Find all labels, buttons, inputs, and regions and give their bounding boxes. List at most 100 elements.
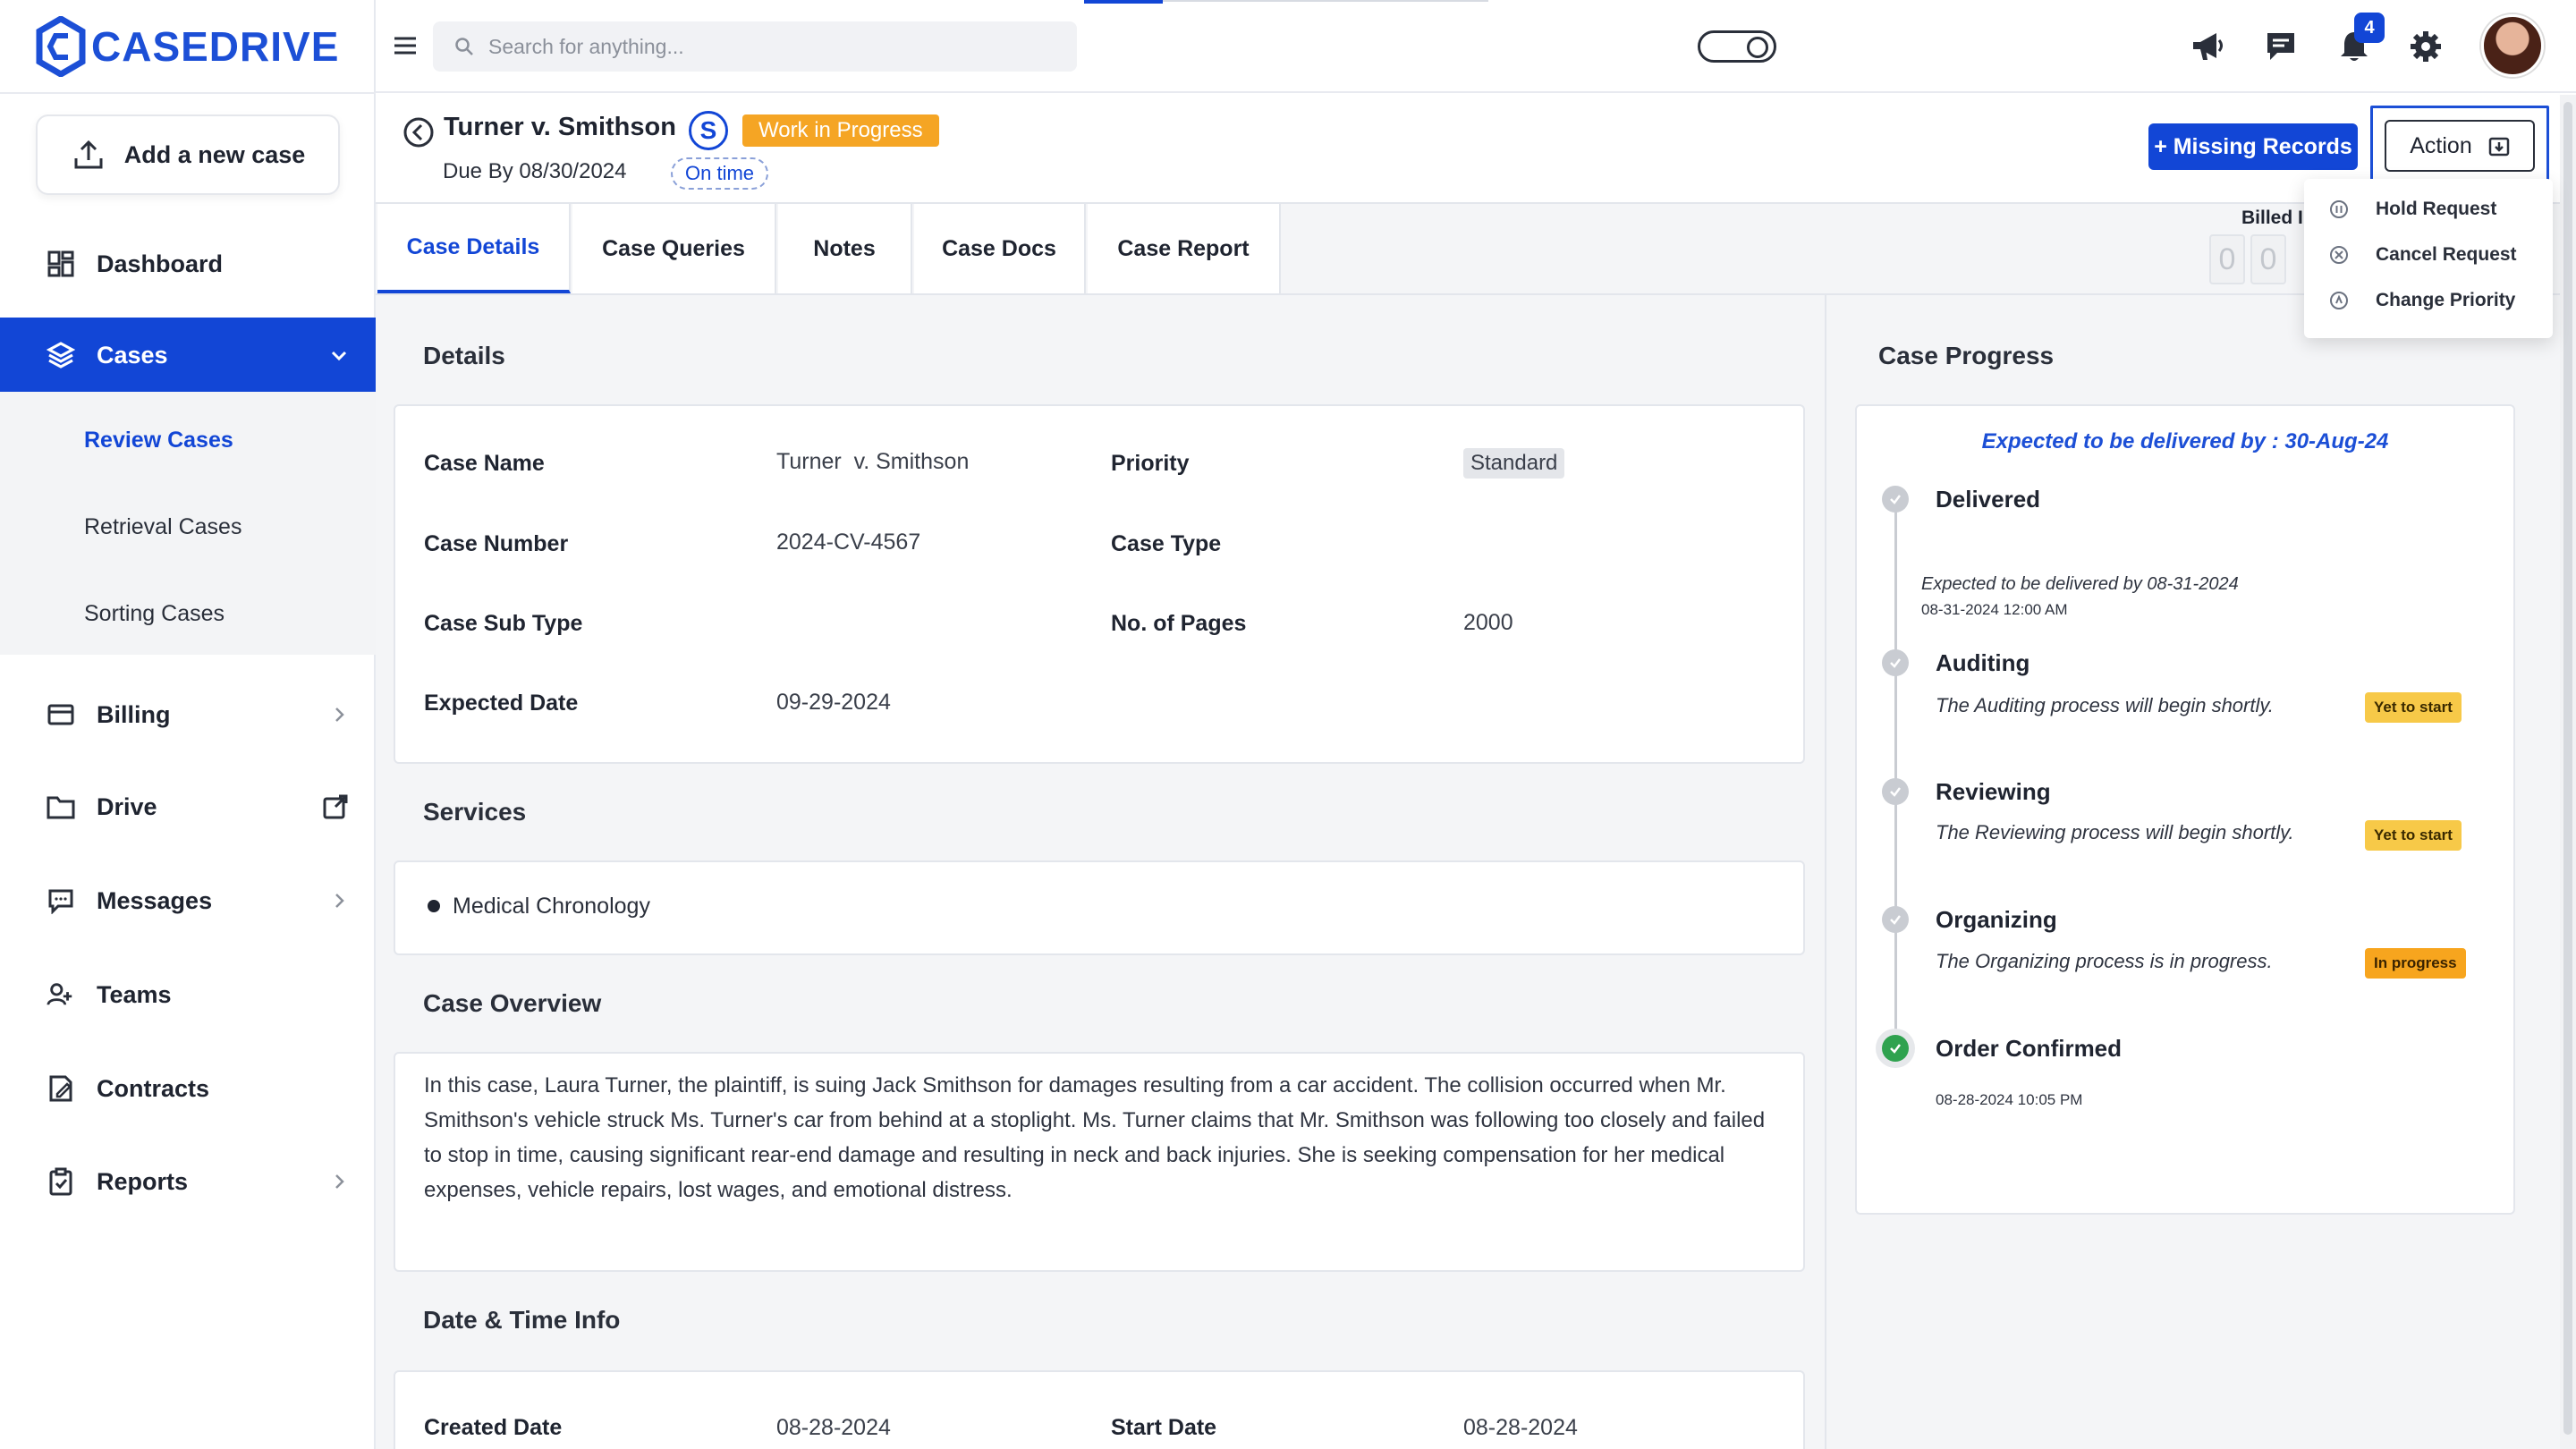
chat-bubble-icon[interactable] <box>2261 27 2301 66</box>
created-date-value: 08-28-2024 <box>776 1415 891 1440</box>
menu-item-hold-request[interactable]: Hold Request <box>2329 199 2496 220</box>
notification-count-badge: 4 <box>2354 13 2385 43</box>
add-new-case-label: Add a new case <box>123 140 306 168</box>
case-name-value: Turner v. Smithson <box>776 449 970 474</box>
created-date-label: Created Date <box>424 1415 563 1440</box>
step-dot-auditing <box>1882 649 1909 676</box>
action-button[interactable]: Action <box>2385 120 2535 172</box>
announcement-icon[interactable] <box>2188 27 2227 66</box>
tab-case-queries[interactable]: Case Queries <box>572 204 776 293</box>
step-title-organizing: Organizing <box>1936 906 2057 933</box>
step-title-reviewing: Reviewing <box>1936 778 2051 805</box>
user-avatar[interactable] <box>2481 14 2544 77</box>
case-due-date: Due By 08/30/2024 <box>443 159 627 183</box>
sidebar-item-reports[interactable]: Reports <box>0 1144 376 1219</box>
details-section-title: Details <box>423 342 505 369</box>
search-input[interactable] <box>488 34 1043 59</box>
case-s-badge: S <box>689 111 728 150</box>
back-arrow-icon[interactable] <box>402 116 435 148</box>
tab-case-details[interactable]: Case Details <box>377 204 571 293</box>
check-icon <box>1890 915 1901 925</box>
chevron-right-icon <box>335 1174 344 1189</box>
action-dropdown-menu: Hold Request Cancel Request Change Prior… <box>2304 179 2553 338</box>
submenu-review-cases[interactable]: Review Cases <box>84 428 233 453</box>
sidebar-item-dashboard[interactable]: Dashboard <box>0 226 376 301</box>
status-badge: Yet to start <box>2365 820 2462 851</box>
theme-toggle[interactable] <box>1698 30 1776 63</box>
sidebar-item-label: Teams <box>97 980 172 1008</box>
status-badge: In progress <box>2365 948 2466 979</box>
case-status-badge: Work in Progress <box>742 114 939 147</box>
timeline-line <box>1894 504 1897 1041</box>
step-time-order-confirmed: 08-28-2024 10:05 PM <box>1936 1091 2083 1108</box>
check-icon <box>1890 1044 1901 1054</box>
expected-date-value: 09-29-2024 <box>776 690 891 715</box>
pages-label: No. of Pages <box>1111 611 1247 636</box>
submenu-retrieval-cases[interactable]: Retrieval Cases <box>84 514 242 540</box>
brand-name: CASEDRIVE <box>91 23 340 70</box>
priority-label: Priority <box>1111 451 1190 476</box>
menu-item-cancel-request[interactable]: Cancel Request <box>2329 244 2517 266</box>
step-dot-organizing <box>1882 906 1909 933</box>
menu-item-change-priority[interactable]: Change Priority <box>2329 290 2515 311</box>
app-root: CASEDRIVE Add a new case Dashboard Cases… <box>0 0 2576 1449</box>
x-circle-icon <box>2330 246 2348 264</box>
datetime-card <box>394 1370 1805 1449</box>
pause-circle-icon <box>2330 200 2348 218</box>
scrollbar-thumb[interactable] <box>2563 102 2572 1435</box>
topbar <box>376 0 2576 93</box>
top-loading-track <box>1163 0 1488 2</box>
sidebar-item-teams[interactable]: Teams <box>0 957 376 1032</box>
datetime-section-title: Date & Time Info <box>423 1306 621 1334</box>
external-link-icon[interactable] <box>322 793 349 820</box>
step-dot-reviewing <box>1882 778 1909 805</box>
tab-case-docs[interactable]: Case Docs <box>914 204 1086 293</box>
tab-case-report[interactable]: Case Report <box>1088 204 1281 293</box>
case-title: Turner v. Smithson <box>444 113 676 141</box>
service-item: Medical Chronology <box>453 894 650 919</box>
pages-value: 2000 <box>1463 610 1513 635</box>
search-box[interactable] <box>433 21 1077 72</box>
chevron-right-icon <box>335 708 344 722</box>
menu-item-label: Cancel Request <box>2376 244 2517 265</box>
start-date-label: Start Date <box>1111 1415 1217 1440</box>
tab-notes[interactable]: Notes <box>778 204 912 293</box>
settings-gear-icon[interactable] <box>2406 27 2445 66</box>
chevron-down-icon <box>331 351 347 361</box>
card-icon <box>47 700 75 729</box>
users-icon <box>47 980 75 1009</box>
sun-icon <box>1747 37 1768 58</box>
sidebar-item-billing[interactable]: Billing <box>0 677 376 752</box>
chat-icon <box>47 886 75 915</box>
sidebar-item-label: Cases <box>97 341 168 369</box>
add-new-case-button[interactable]: Add a new case <box>36 114 340 195</box>
hamburger-menu-icon[interactable] <box>392 32 419 59</box>
action-button-label: Action <box>2410 132 2472 158</box>
logo-hexagon-icon <box>36 16 86 77</box>
top-loading-accent <box>1084 0 1163 4</box>
submenu-sorting-cases[interactable]: Sorting Cases <box>84 601 225 627</box>
case-type-label: Case Type <box>1111 531 1222 556</box>
sidebar-item-drive[interactable]: Drive <box>0 769 376 844</box>
sidebar-item-label: Dashboard <box>97 250 224 277</box>
billed-digit: 0 <box>2209 234 2245 284</box>
case-overview-text: In this case, Laura Turner, the plaintif… <box>424 1073 1766 1202</box>
sidebar-item-messages[interactable]: Messages <box>0 863 376 938</box>
sidebar-item-cases[interactable]: Cases <box>0 318 376 393</box>
page-scrollbar[interactable] <box>2560 95 2576 1449</box>
step-desc-reviewing: The Reviewing process will begin shortly… <box>1936 821 2294 843</box>
layers-icon <box>47 341 75 369</box>
case-sub-type-label: Case Sub Type <box>424 611 583 636</box>
upload-icon <box>74 140 103 169</box>
details-card <box>394 404 1805 764</box>
sidebar-divider <box>0 92 376 94</box>
brand-logo[interactable]: CASEDRIVE <box>36 16 339 77</box>
check-icon <box>1890 658 1901 668</box>
service-bullet <box>428 900 440 912</box>
case-number-label: Case Number <box>424 531 569 556</box>
missing-records-button[interactable]: + Missing Records <box>2148 123 2358 170</box>
chevron-right-icon <box>335 894 344 908</box>
priority-badge: Standard <box>1463 448 1565 479</box>
folder-icon <box>47 792 75 821</box>
sidebar-item-contracts[interactable]: Contracts <box>0 1051 376 1126</box>
